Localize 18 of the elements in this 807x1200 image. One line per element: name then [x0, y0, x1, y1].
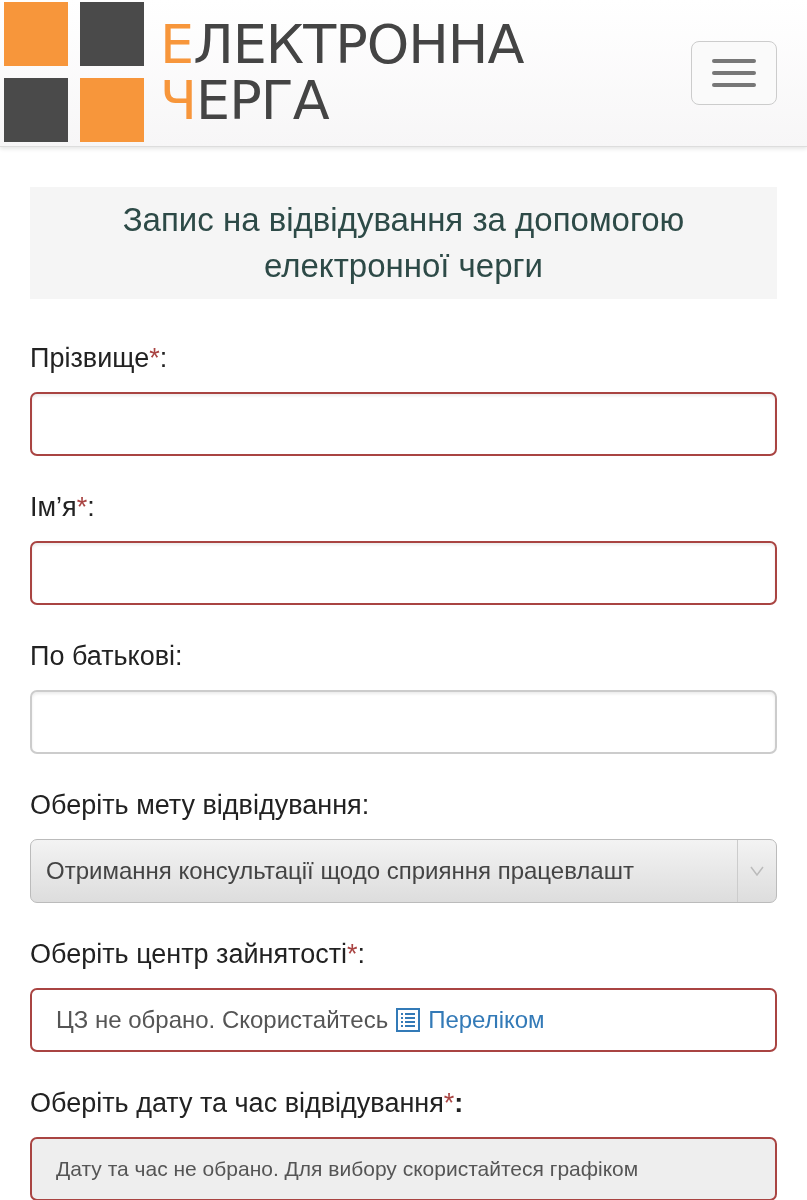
field-label: По батькові: — [30, 641, 184, 672]
text-input[interactable] — [30, 392, 777, 456]
field-label: Оберіть дату та час відвідування*: — [30, 1088, 465, 1119]
field-text: Дату та час не обрано. Для вибору скористайтеся графіком — [56, 1157, 639, 1181]
field-label: Оберіть мету відвідування: — [30, 790, 371, 821]
date-field[interactable]: Дату та час не обрано. Для вибору скористайтеся графіком — [30, 1137, 777, 1200]
field-label: Прізвище*: — [30, 343, 169, 374]
field-label: Ім’я*: — [30, 492, 96, 523]
text-input[interactable] — [30, 541, 777, 605]
page-title: Запис на відвідування за допомогою електронної черги — [30, 187, 777, 299]
menu-button[interactable] — [691, 41, 777, 105]
field-text: ЦЗ не обрано. Скористайтесь — [56, 1006, 389, 1034]
list-icon — [396, 1008, 421, 1032]
logo-text: ЧЕРГА — [160, 73, 330, 129]
logo-text: ЕЛЕКТРОННА — [160, 17, 524, 73]
field-label: Оберіть центр зайнятості*: — [30, 939, 367, 970]
list-link[interactable]: Переліком — [396, 1006, 545, 1034]
purpose-dropdown[interactable]: Отримання консультації щодо сприяння працевлашт — [30, 839, 777, 903]
